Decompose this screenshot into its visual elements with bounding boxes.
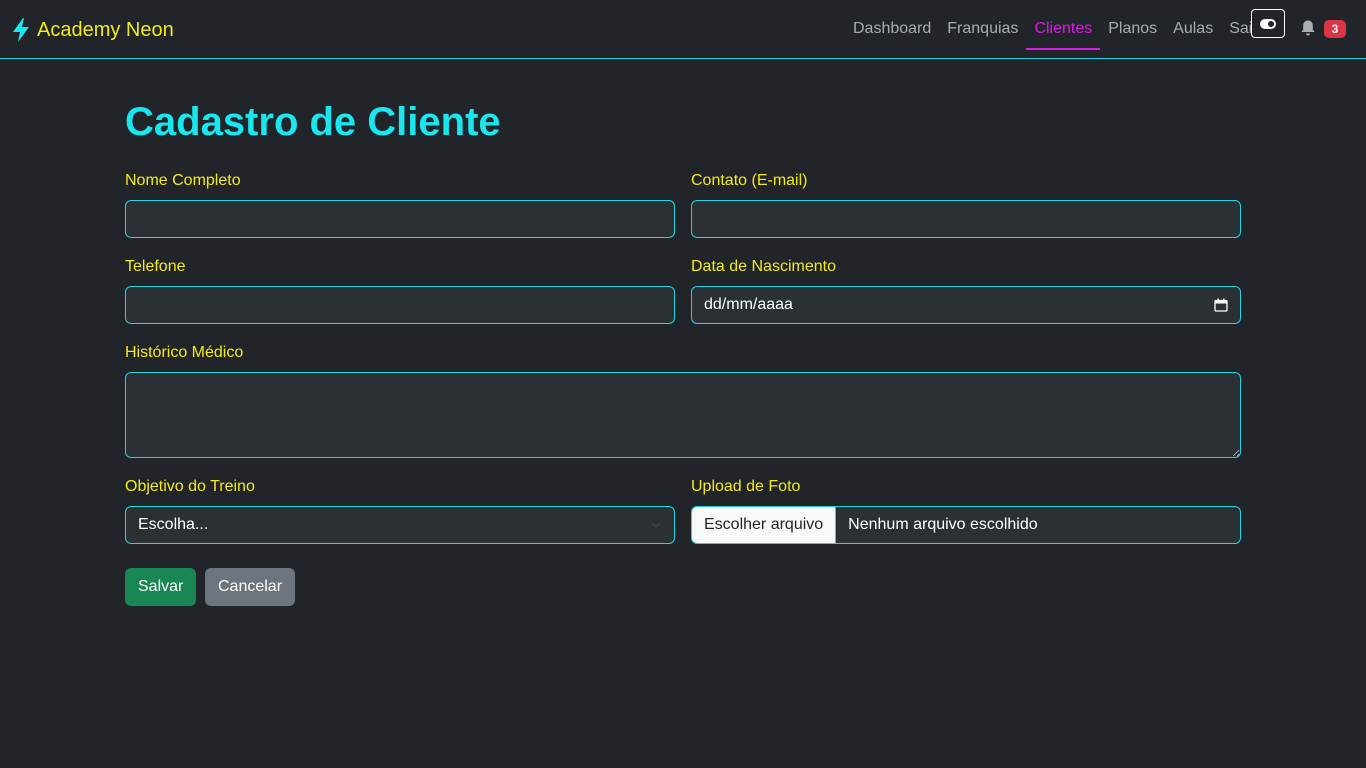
navbar: Academy Neon Dashboard Franquias Cliente… <box>0 0 1366 59</box>
photo-upload[interactable]: Escolher arquivo Nenhum arquivo escolhid… <box>691 506 1241 544</box>
telefone-input[interactable] <box>125 286 675 324</box>
objetivo-label: Objetivo do Treino <box>125 478 255 495</box>
objetivo-select[interactable]: Escolha... <box>125 506 675 544</box>
nav-links: Dashboard Franquias Clientes Planos Aula… <box>845 17 1266 50</box>
cancel-button[interactable]: Cancelar <box>205 568 296 606</box>
choose-file-button[interactable]: Escolher arquivo <box>692 507 837 543</box>
nome-label: Nome Completo <box>125 172 241 189</box>
foto-label: Upload de Foto <box>691 478 801 495</box>
nome-input[interactable] <box>125 200 675 238</box>
nav-link-aulas[interactable]: Aulas <box>1165 17 1221 41</box>
nav-link-franquias[interactable]: Franquias <box>939 17 1026 41</box>
nascimento-label: Data de Nascimento <box>691 258 836 275</box>
nav-link-dashboard[interactable]: Dashboard <box>845 17 939 41</box>
chevron-down-icon <box>650 519 662 531</box>
theme-toggle-button[interactable] <box>1251 9 1285 38</box>
lightning-bolt-icon <box>11 18 31 42</box>
email-input[interactable] <box>691 200 1241 238</box>
telefone-label: Telefone <box>125 258 186 275</box>
objetivo-selected: Escolha... <box>138 516 209 533</box>
brand-name: Academy Neon <box>37 18 174 41</box>
calendar-icon[interactable] <box>1214 298 1228 312</box>
brand-link[interactable]: Academy Neon <box>11 17 174 43</box>
historico-label: Histórico Médico <box>125 344 244 361</box>
notification-badge: 3 <box>1324 20 1346 38</box>
bell-icon[interactable] <box>1299 19 1317 37</box>
page-title: Cadastro de Cliente <box>125 100 501 144</box>
contato-label: Contato (E-mail) <box>691 172 808 189</box>
nav-link-planos[interactable]: Planos <box>1100 17 1165 41</box>
historico-textarea[interactable] <box>125 372 1241 458</box>
file-status: Nenhum arquivo escolhido <box>848 516 1038 533</box>
date-input[interactable]: dd/mm/aaaa <box>691 286 1241 324</box>
date-placeholder: dd/mm/aaaa <box>704 296 793 313</box>
toggle-icon <box>1260 18 1276 29</box>
nav-link-clientes[interactable]: Clientes <box>1026 17 1101 50</box>
save-button[interactable]: Salvar <box>125 568 197 606</box>
